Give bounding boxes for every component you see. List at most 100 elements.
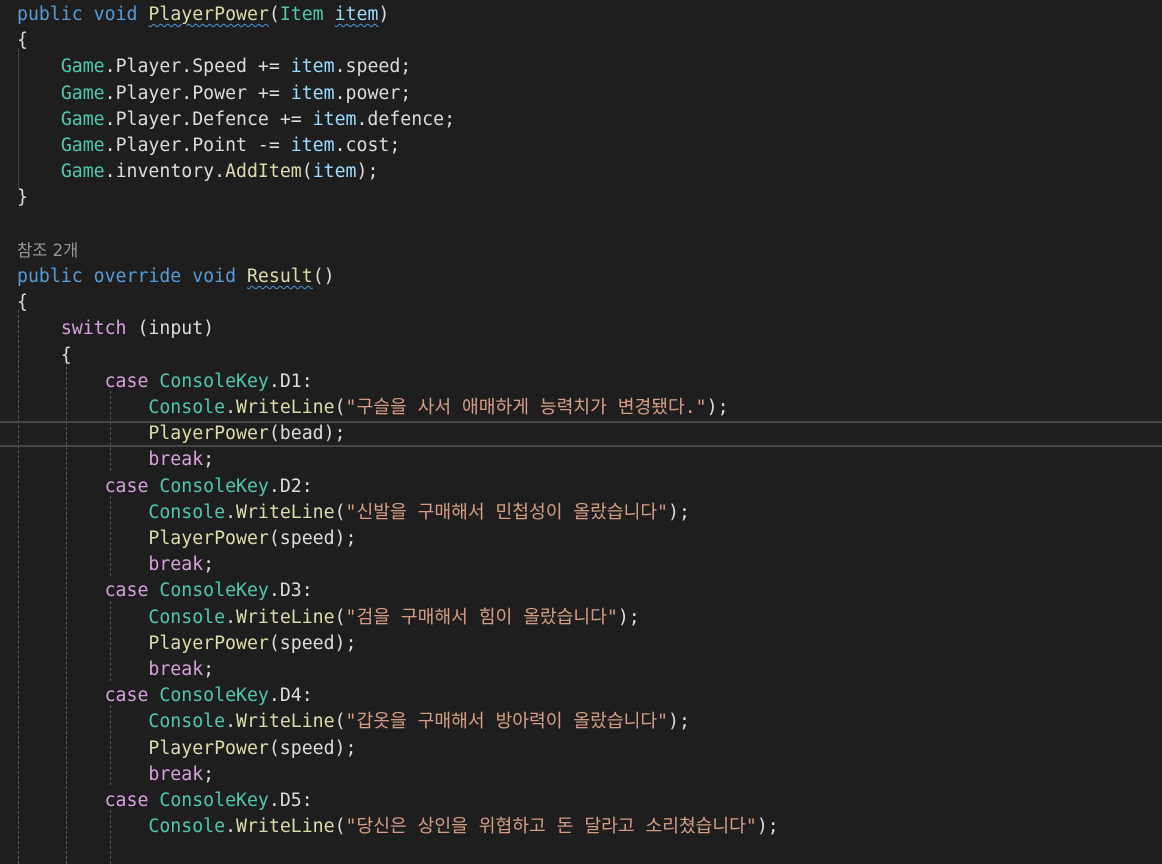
code-line[interactable]: } [0, 185, 1162, 211]
line-content: Console.WriteLine("신발을 구매해서 민첩성이 올랐습니다")… [17, 500, 690, 526]
line-content: PlayerPower(speed); [17, 631, 356, 657]
line-content: 참조 2개 [17, 238, 78, 264]
code-line[interactable]: Console.WriteLine("구슬을 사서 애매하게 능력치가 변경됐다… [0, 395, 1162, 421]
code-line[interactable]: PlayerPower(speed); [0, 526, 1162, 552]
string-literal: "신발을 구매해서 민첩성이 올랐습니다" [345, 501, 669, 523]
code-line[interactable]: Game.Player.Point -= item.cost; [0, 133, 1162, 159]
method-name: PlayerPower [148, 4, 269, 25]
code-text: ( [334, 711, 346, 733]
code-line[interactable]: Console.WriteLine("신발을 구매해서 민첩성이 올랐습니다")… [0, 500, 1162, 526]
line-content: case ConsoleKey.D3: [17, 578, 313, 604]
line-content: break; [17, 657, 214, 683]
code-line[interactable]: PlayerPower(speed); [0, 631, 1162, 657]
code-line[interactable]: Game.Player.Power += item.power; [0, 81, 1162, 107]
code-text: ); [617, 606, 640, 628]
code-line[interactable]: case ConsoleKey.D2: [0, 474, 1162, 500]
code-line[interactable]: { [0, 28, 1162, 54]
code-line[interactable]: Game.inventory.AddItem(item); [0, 159, 1162, 185]
code-line[interactable]: break; [0, 447, 1162, 473]
code-text: (input) [126, 318, 215, 340]
line-content: PlayerPower(speed); [17, 526, 356, 552]
code-line[interactable]: PlayerPower(speed); [0, 736, 1162, 762]
line-content: PlayerPower(bead); [17, 423, 345, 445]
code-text: } [17, 187, 28, 209]
method-name: PlayerPower [148, 737, 269, 759]
codelens-line[interactable]: 참조 2개 [0, 238, 1162, 264]
type-name: Console [148, 397, 226, 418]
current-line[interactable]: PlayerPower(bead); [0, 421, 1162, 448]
method-name: AddItem [225, 161, 302, 183]
type-name: Item [279, 4, 324, 25]
code-text: .D5: [268, 790, 313, 811]
method-name: PlayerPower [148, 528, 269, 549]
code-text: . [225, 606, 237, 628]
code-line[interactable]: Game.Player.Defence += item.defence; [0, 107, 1162, 133]
code-line[interactable]: { [0, 343, 1162, 369]
line-content: { [17, 28, 28, 54]
code-line[interactable]: case ConsoleKey.D3: [0, 578, 1162, 604]
type-name: ConsoleKey [159, 370, 269, 392]
code-line[interactable]: Console.WriteLine("당신은 상인을 위협하고 돈 달라고 소리… [0, 814, 1162, 840]
code-line[interactable]: break; [0, 762, 1162, 788]
code-text: { [17, 344, 72, 366]
string-literal: "검을 구매해서 힘이 올랐습니다" [345, 606, 618, 628]
method-name: WriteLine [236, 501, 335, 523]
code-line[interactable]: public override void Result() [0, 264, 1162, 290]
code-line[interactable] [0, 212, 1162, 238]
type-name: ConsoleKey [159, 580, 269, 602]
code-line[interactable]: case ConsoleKey.D5: [0, 788, 1162, 814]
code-line[interactable]: public void PlayerPower(Item item) [0, 2, 1162, 28]
line-content: Game.inventory.AddItem(item); [17, 159, 379, 185]
code-text: ); [356, 161, 379, 183]
code-line[interactable]: break; [0, 657, 1162, 683]
line-content: Console.WriteLine("검을 구매해서 힘이 올랐습니다"); [17, 605, 640, 631]
line-content: break; [17, 447, 214, 473]
code-line[interactable]: case ConsoleKey.D4: [0, 683, 1162, 709]
code-text: ( [301, 161, 313, 183]
type-name: Console [148, 606, 226, 628]
code-line[interactable]: Game.Player.Speed += item.speed; [0, 54, 1162, 80]
line-content: break; [17, 762, 214, 788]
keyword: void [192, 266, 237, 287]
code-line[interactable]: { [0, 290, 1162, 316]
code-text: ( [334, 397, 346, 418]
method-name: PlayerPower [148, 423, 269, 445]
code-text: ); [756, 816, 779, 838]
type-name: Console [148, 711, 226, 733]
line-content: case ConsoleKey.D4: [17, 683, 313, 709]
code-text: .Player.Speed += [104, 56, 291, 78]
code-line[interactable]: Console.WriteLine("갑옷을 구매해서 방아력이 올랐습니다")… [0, 709, 1162, 735]
line-content: { [17, 343, 72, 369]
code-text: ; [203, 449, 215, 471]
code-text: .inventory. [104, 161, 226, 183]
code-line[interactable]: switch (input) [0, 316, 1162, 342]
codelens-references[interactable]: 참조 2개 [17, 241, 78, 260]
string-literal: "갑옷을 구매해서 방아력이 올랐습니다" [345, 711, 669, 733]
method-name: WriteLine [236, 397, 335, 418]
code-line[interactable]: Console.WriteLine("검을 구매해서 힘이 올랐습니다"); [0, 605, 1162, 631]
code-line[interactable]: case ConsoleKey.D1: [0, 369, 1162, 395]
method-name: PlayerPower [148, 632, 269, 654]
code-text: () [312, 266, 335, 287]
line-content: Game.Player.Power += item.power; [17, 81, 411, 107]
code-editor[interactable]: public void PlayerPower(Item item){ Game… [0, 0, 1162, 864]
control-keyword: break [148, 763, 204, 785]
type-name: Game [60, 108, 105, 130]
code-line[interactable]: break; [0, 552, 1162, 578]
code-text: .Player.Defence += [104, 108, 313, 130]
